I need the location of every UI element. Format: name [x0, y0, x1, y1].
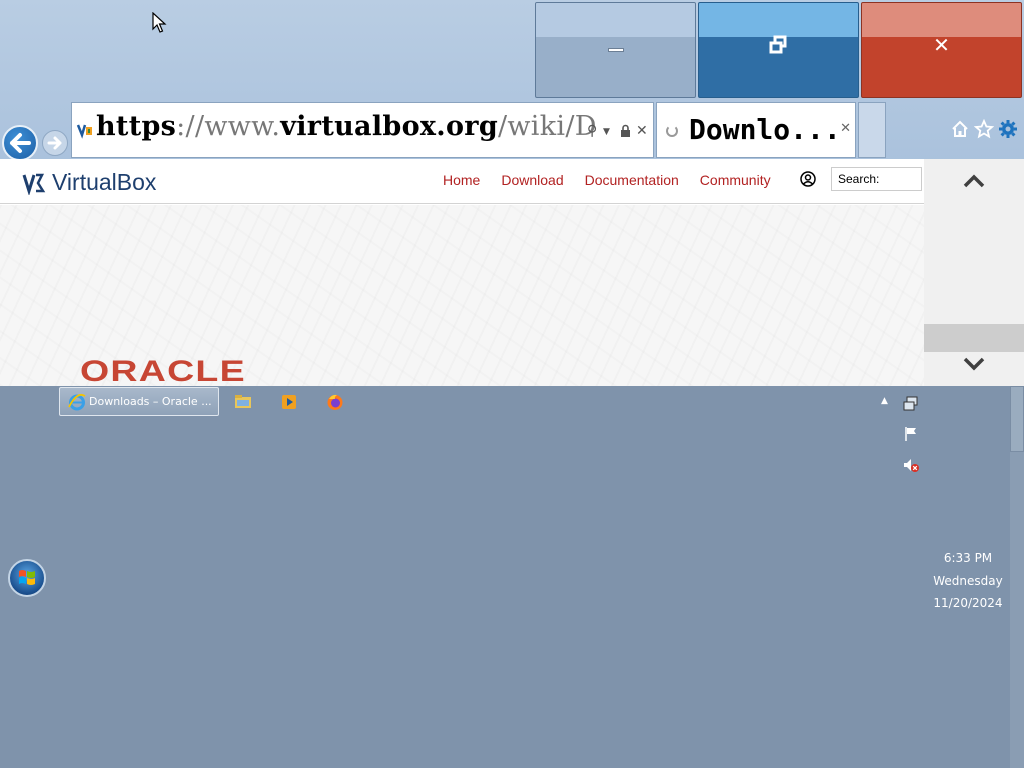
restore-button-highlight: [699, 3, 858, 37]
network-icon[interactable]: [902, 395, 920, 413]
close-button[interactable]: ✕: [861, 2, 1022, 98]
virtualbox-favicon: [76, 123, 93, 139]
nav-home[interactable]: Home: [443, 172, 480, 188]
nav-documentation[interactable]: Documentation: [585, 172, 679, 188]
url-text[interactable]: https://www.virtualbox.org/wiki/D: [96, 111, 597, 142]
oracle-logo-text: ORACLE: [80, 355, 246, 386]
web-page: VirtualBox Home Download Documentation C…: [0, 159, 924, 386]
forward-button[interactable]: [42, 130, 68, 156]
minimize-button-highlight: [536, 3, 695, 37]
taskbar: Downloads – Oracle ... ▲ 6:33 PM Wednesd…: [0, 386, 1024, 768]
url-separator: ://www.: [176, 111, 281, 142]
site-search-input[interactable]: Search:: [831, 167, 922, 191]
scroll-up-arrow-icon[interactable]: [924, 159, 1024, 204]
tab-title: Downlo...: [689, 113, 841, 146]
search-icon[interactable]: ⚲: [587, 123, 597, 139]
new-tab-button[interactable]: [858, 102, 886, 158]
system-clock[interactable]: 6:33 PM Wednesday 11/20/2024: [928, 547, 1008, 615]
start-button[interactable]: [8, 559, 46, 597]
back-button[interactable]: [2, 125, 38, 161]
clock-date: 11/20/2024: [933, 596, 1003, 610]
firefox-icon[interactable]: [326, 393, 344, 411]
virtualbox-logo-icon: [22, 173, 46, 195]
media-player-icon[interactable]: [280, 393, 298, 411]
action-center-flag-icon[interactable]: [902, 425, 920, 443]
clock-time: 6:33 PM: [943, 551, 993, 565]
tab-downloads[interactable]: Downlo... ✕: [656, 102, 856, 158]
nav-community[interactable]: Community: [700, 172, 771, 188]
lock-icon[interactable]: [620, 124, 631, 137]
internet-explorer-icon: [68, 393, 86, 411]
forward-arrow-icon: [47, 136, 62, 150]
url-host: virtualbox: [280, 111, 437, 142]
favorites-star-icon[interactable]: [974, 119, 994, 139]
tab-close-icon[interactable]: ✕: [840, 121, 851, 136]
url-tld: org: [445, 111, 498, 142]
address-bar[interactable]: https://www.virtualbox.org/wiki/D ⚲ ▼ ✕: [71, 102, 654, 158]
loading-spinner-icon: [666, 125, 678, 137]
back-arrow-icon: [10, 133, 31, 153]
url-path: /wiki/D: [498, 111, 597, 142]
restore-button[interactable]: [698, 2, 859, 98]
restore-icon: [699, 33, 858, 60]
mouse-cursor-icon: [152, 12, 167, 33]
logo-text: VirtualBox: [52, 169, 157, 195]
page-scrollbar[interactable]: [924, 159, 1024, 386]
site-nav: Home Download Documentation Community: [443, 172, 792, 188]
url-scheme: https: [96, 111, 177, 142]
site-header: VirtualBox Home Download Documentation C…: [0, 159, 924, 204]
minimize-button[interactable]: [535, 2, 696, 98]
browser-window: ✕ https://www.virtualbox.org/wiki/D ⚲ ▼ …: [0, 0, 1024, 386]
show-hidden-icons-icon[interactable]: ▲: [881, 396, 888, 406]
file-explorer-icon[interactable]: [234, 393, 252, 411]
home-icon[interactable]: [950, 119, 970, 139]
taskbar-ie-label: Downloads – Oracle ...: [89, 395, 212, 408]
url-dot: .: [436, 111, 446, 142]
windows-logo-icon: [19, 570, 35, 585]
taskbar-scrollbar[interactable]: [1010, 386, 1024, 768]
hero-banner: ORACLE: [0, 205, 924, 386]
volume-muted-icon[interactable]: [902, 456, 920, 474]
stop-icon[interactable]: ✕: [636, 123, 648, 139]
taskbar-scrollbar-thumb[interactable]: [1010, 386, 1024, 452]
gear-icon[interactable]: [998, 119, 1018, 139]
user-account-icon[interactable]: [799, 170, 817, 188]
scroll-down-arrow-icon[interactable]: [924, 352, 1024, 386]
nav-download[interactable]: Download: [501, 172, 563, 188]
clock-day: Wednesday: [933, 573, 1003, 588]
scrollbar-thumb[interactable]: [924, 324, 1024, 352]
close-icon: ✕: [933, 33, 950, 57]
taskbar-ie-button[interactable]: Downloads – Oracle ...: [59, 387, 219, 416]
dropdown-arrow-icon[interactable]: ▼: [603, 127, 610, 137]
minimize-icon: [536, 33, 695, 57]
virtualbox-logo[interactable]: VirtualBox: [22, 169, 156, 196]
close-button-highlight: [862, 3, 1021, 37]
